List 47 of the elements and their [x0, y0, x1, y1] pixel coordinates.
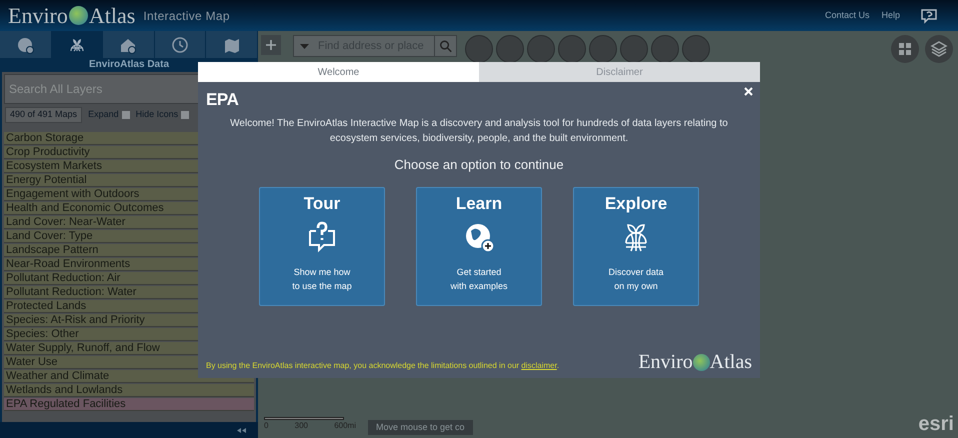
brand-text: Atlas [710, 352, 752, 372]
option-label: Expand [88, 108, 119, 122]
layer-category[interactable]: Wetlands and Lowlands [4, 384, 254, 397]
checkbox[interactable] [122, 111, 130, 119]
panel-tab[interactable] [206, 31, 257, 58]
panel-tab[interactable] [0, 31, 51, 58]
brand-text: Enviro [638, 352, 693, 372]
option-title: Explore [604, 192, 668, 214]
zoom-in-button[interactable] [261, 35, 281, 55]
option-card[interactable]: Explore Discover data on my own [573, 186, 699, 306]
coordinates-readout: Move mouse to get co [368, 420, 473, 435]
option-card[interactable]: Learn Get started with examples [416, 186, 542, 306]
dialog-tab[interactable]: Welcome [198, 62, 479, 82]
close-icon[interactable] [744, 87, 753, 96]
option-description: Get started with examples [450, 266, 508, 292]
option-title: Tour [304, 192, 340, 214]
search-icon[interactable] [434, 36, 456, 56]
prompt-text: Choose an option to continue [394, 156, 564, 174]
option-title: Learn [456, 192, 502, 214]
panel-title: EnviroAtlas Data [88, 58, 170, 72]
header-link[interactable]: Contact Us [824, 8, 870, 22]
option-label: Hide Icons [136, 108, 178, 122]
plus-icon [266, 40, 276, 50]
panel-tab[interactable] [154, 31, 206, 58]
app-subtitle: Interactive Map [143, 8, 230, 24]
history-tab-icon [170, 34, 190, 54]
question-bubble-icon [306, 220, 338, 252]
option-description: Show me how to use the map [292, 266, 352, 292]
globe-logo-icon [68, 6, 88, 25]
dropdown-icon[interactable] [300, 44, 308, 48]
esri-logo: esri [918, 414, 954, 434]
option-description: Discover data on my own [608, 266, 664, 292]
globe-logo-icon [692, 354, 710, 370]
checkbox[interactable] [181, 111, 190, 119]
layers-icon[interactable] [925, 35, 953, 63]
panel-tab[interactable] [103, 31, 154, 58]
header-link[interactable]: Help [881, 8, 900, 22]
collapse-icon[interactable] [237, 428, 246, 432]
option-card[interactable]: Tour Show me how to use the map [259, 186, 385, 306]
help-icon[interactable] [920, 6, 938, 24]
logo-text: Enviro [8, 4, 68, 26]
layer-category[interactable]: EPA Regulated Facilities [4, 398, 254, 411]
grid-view-icon[interactable] [891, 35, 919, 63]
dialog-tab[interactable]: Disclaimer [479, 62, 760, 82]
disclaimer-link[interactable]: disclaimer [521, 361, 557, 370]
map-count: 490 of 491 Maps [5, 107, 82, 123]
logo-text: Atlas [88, 4, 136, 26]
